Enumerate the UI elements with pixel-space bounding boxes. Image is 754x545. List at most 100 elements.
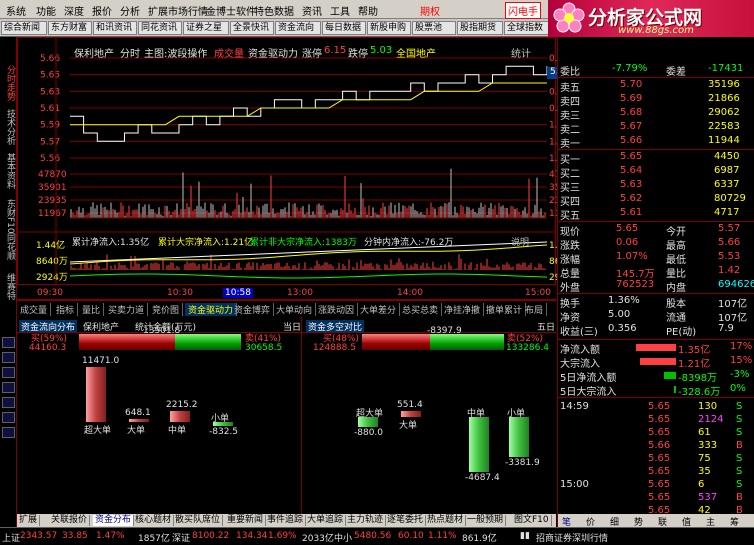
- flow-row-3: 5日大宗流入 -328.6万 0%: [558, 383, 754, 398]
- info-tab-4[interactable]: 散买队席位: [173, 515, 224, 526]
- info-row-4-cell-0: 外盘: [560, 283, 580, 294]
- menu-0[interactable]: 系统: [6, 3, 26, 18]
- indicator-tab-9[interactable]: 大单差分: [357, 303, 401, 316]
- price-tick-left: 5.57: [40, 137, 60, 147]
- info-tab-0[interactable]: 扩展: [17, 515, 41, 526]
- buy-level-4-cell-2: 4717: [714, 207, 740, 218]
- weibi-row: 委比 -7.79% 委差 -17431: [558, 63, 754, 78]
- left-tab-3[interactable]: 东财F10: [2, 199, 15, 234]
- tool-6-icon[interactable]: [2, 427, 15, 438]
- price-line: [70, 65, 548, 142]
- menu-10[interactable]: 帮助: [358, 3, 378, 18]
- sell-level-0-cell-1: 5.70: [620, 79, 643, 90]
- indicator-tab-3[interactable]: 买卖力道: [105, 303, 149, 316]
- info-row-3-cell-1: 145.7万: [616, 269, 655, 280]
- indicator-tab-13[interactable]: 布局: [522, 303, 548, 316]
- news-tab-10[interactable]: 股指期货: [457, 21, 503, 35]
- info-row-0-cell-0: 现价: [560, 227, 580, 238]
- tick-row-7: 5.65 537 B: [558, 492, 754, 505]
- info-tab-1[interactable]: 关联报价: [49, 515, 91, 526]
- menu-3[interactable]: 报价: [92, 3, 112, 18]
- flow-separator: [558, 339, 754, 340]
- sh-label: 上证: [2, 534, 21, 544]
- news-tab-6[interactable]: 资金流向: [275, 21, 321, 35]
- info-tab-12[interactable]: 图文F10: [512, 515, 552, 526]
- sell-level-2: 卖三 5.68 29062: [558, 107, 754, 122]
- news-tab-8[interactable]: 新股申购: [367, 21, 411, 35]
- info-tab-10[interactable]: 热点题材: [425, 515, 467, 526]
- menu-9[interactable]: 工具: [330, 3, 350, 18]
- r_bars-label-0: 超大单: [356, 409, 384, 419]
- info-tab-3[interactable]: 核心题材: [133, 515, 175, 526]
- news-tab-7[interactable]: 每日数据: [322, 21, 366, 35]
- buy-level-0-cell-2: 4450: [714, 151, 740, 162]
- info-tab-11[interactable]: 一般预期: [465, 515, 507, 526]
- left-tab-2[interactable]: 基本资料: [2, 153, 15, 189]
- menu-8[interactable]: 资讯: [302, 3, 322, 18]
- left-tab-4[interactable]: 同花顺: [2, 233, 15, 260]
- indicator-tab-7[interactable]: 大单动向: [273, 303, 317, 316]
- indicator-tab-1[interactable]: 指标: [53, 303, 79, 316]
- news-tab-3[interactable]: 同花资讯: [138, 21, 182, 35]
- sell-level-4-cell-1: 5.66: [620, 135, 643, 146]
- left-tab-1[interactable]: 技术分析: [2, 109, 15, 145]
- tool-5-icon[interactable]: [2, 412, 15, 423]
- tool-1-icon[interactable]: [2, 352, 15, 363]
- quote-tabs: 笔价细势联值主筹: [558, 514, 754, 528]
- flow-title-3: 分钟内净流入:-76.2万: [364, 238, 454, 248]
- info-row-2-cell-3: 5.53: [718, 251, 741, 262]
- info-tab-6[interactable]: 事件追踪: [265, 515, 307, 526]
- price-tick-left: 5.59: [40, 121, 60, 131]
- tick-row-2: 5.65 61 S: [558, 427, 754, 440]
- indicator-tab-12[interactable]: 撤单累计: [483, 303, 527, 316]
- indicator-tab-8[interactable]: 涨跌动因: [315, 303, 359, 316]
- indicator-tab-4[interactable]: 竞价图: [149, 303, 184, 316]
- flow-row-2-bar: [664, 372, 676, 379]
- info-row-0-cell-1: 5.65: [616, 223, 639, 234]
- site-logo: 分析家公式网 www.88gs.com: [548, 0, 754, 37]
- info-tab-9[interactable]: 逐笔委托: [385, 515, 427, 526]
- indicator-tab-0[interactable]: 成交量: [17, 303, 52, 316]
- menu-1[interactable]: 功能: [36, 3, 56, 18]
- tool-0-icon[interactable]: [2, 337, 15, 348]
- explain-button[interactable]: 说明: [511, 235, 529, 248]
- info2-row-2-cell-0: 收益(三): [560, 327, 598, 338]
- indicator-tab-5[interactable]: 资金驱动力: [185, 303, 238, 316]
- news-tab-2[interactable]: 和讯资讯: [93, 21, 137, 35]
- indicator-tab-10[interactable]: 总买总卖: [399, 303, 443, 316]
- flow-tick-right: 1.44亿: [549, 239, 557, 251]
- flow-tick-left: 8640万: [36, 257, 68, 267]
- menu-7[interactable]: 特色数据: [254, 3, 294, 18]
- info-tab-8[interactable]: 主力轨迹: [345, 515, 387, 526]
- indicator-tab-bar: 成交量 指标 量比 买卖力道 竞价图 资金驱动力 资金博弈 大单动向 涨跌动因 大单差分 总买总卖净…: [17, 300, 556, 316]
- menu-12[interactable]: 闪电手: [505, 2, 541, 19]
- news-tab-0[interactable]: 综合新闻: [1, 21, 47, 35]
- left-tab-5[interactable]: 维赛特: [2, 273, 15, 300]
- menu-11[interactable]: 期权: [420, 3, 440, 18]
- price-tick-right: 0.18%: [549, 54, 557, 64]
- tool-3-icon[interactable]: [2, 382, 15, 393]
- info-row-1-cell-3: 5.66: [718, 237, 741, 248]
- info-tab-7[interactable]: 大单追踪: [305, 515, 347, 526]
- left-tab-0[interactable]: 分时走势: [2, 65, 15, 101]
- news-tab-11[interactable]: 全球指数: [504, 21, 550, 35]
- info-tab-5[interactable]: 重要新闻: [225, 515, 267, 526]
- menu-4[interactable]: 分析: [120, 3, 140, 18]
- tool-2-icon[interactable]: [2, 367, 15, 378]
- menu-5[interactable]: 扩展市场行情: [148, 3, 208, 18]
- info-row-2-cell-1: 1.07%: [616, 251, 648, 262]
- news-tab-9[interactable]: 股票池: [412, 21, 456, 35]
- menu-6[interactable]: 金博士软件: [206, 3, 256, 18]
- indicator-tab-2[interactable]: 量比: [79, 303, 105, 316]
- indicator-tab-11[interactable]: 净挂净撤: [441, 303, 485, 316]
- news-tab-5[interactable]: 全景快讯: [230, 21, 274, 35]
- info-tab-2[interactable]: 资金分布: [93, 515, 135, 526]
- news-tab-1[interactable]: 东方财富: [48, 21, 92, 35]
- info-row-4: 外盘 762523 内盘 694626: [558, 279, 754, 294]
- menu-2[interactable]: 深度: [64, 3, 84, 18]
- news-tab-4[interactable]: 证券之星: [183, 21, 229, 35]
- indicator-tab-6[interactable]: 资金博弈: [231, 303, 275, 316]
- tool-4-icon[interactable]: [2, 397, 15, 408]
- info2-row-1-cell-1: 5.00: [608, 309, 631, 320]
- buy-level-3-cell-1: 5.62: [620, 193, 643, 204]
